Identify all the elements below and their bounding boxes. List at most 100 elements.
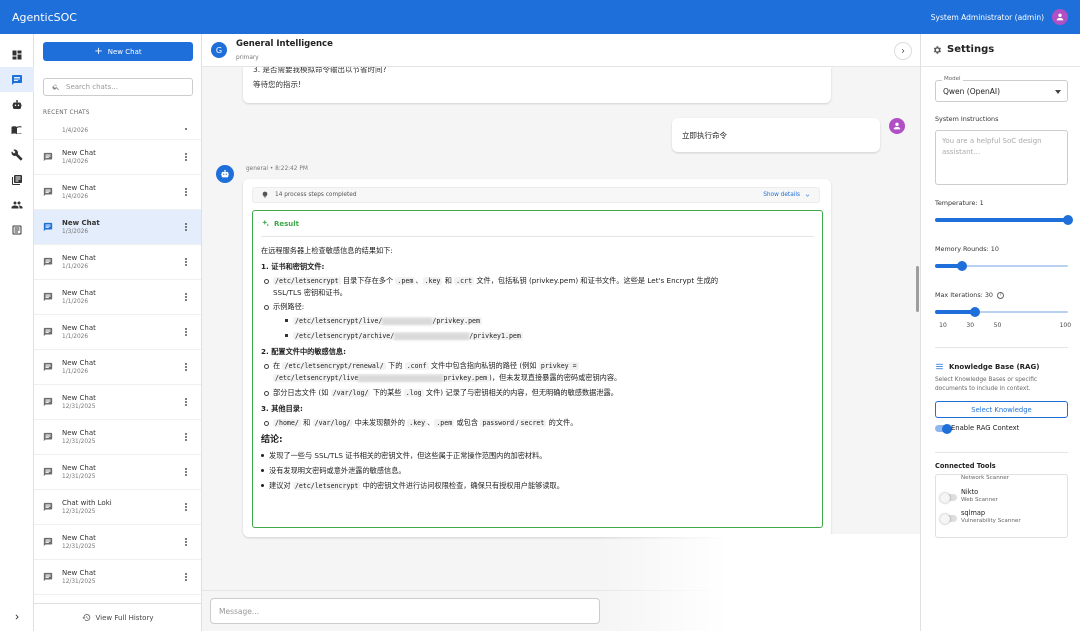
chat-date: 1/3/2026 [62,228,89,235]
expand-rail-icon[interactable] [0,609,34,625]
wrench-icon[interactable] [0,142,34,167]
max-iterations-slider[interactable] [935,307,1068,317]
view-history-button[interactable]: View Full History [34,603,201,631]
message-text: 3. 是否需要我模拟命令输出以节省时间? [253,67,387,74]
conclusion-item: 发现了一些与 SSL/TLS 证书相关的密钥文件，但这些属于正常操作范围内的加密… [261,450,813,461]
book-icon[interactable] [0,117,34,142]
scrollbar-thumb[interactable] [916,266,919,312]
chat-name: New Chat [62,393,96,402]
search-input[interactable]: Search chats... [43,78,193,96]
chat-icon [43,397,53,407]
chat-name: New Chat [62,253,96,262]
list-item[interactable]: New Chat 1/3/2026 [34,210,201,245]
list-item[interactable]: New Chat 12/31/2025 [34,420,201,455]
chat-title: General Intelligence [236,39,333,49]
connected-tools-list: Network Scanner Nikto Web Scanner sqlmap… [935,474,1068,538]
document-icon[interactable] [0,217,34,242]
result-intro: 在远程服务器上检查敏感信息的结果如下: [261,246,393,255]
list-item[interactable]: New Chat 1/1/2026 [34,315,201,350]
section-heading: 2. 配置文件中的敏感信息: [261,347,346,356]
knowledge-base-description: Select Knowledge Bases or specific docum… [935,377,1038,392]
slider-fill [935,310,975,314]
tool-toggle[interactable] [940,513,957,524]
chat-name: Chat with Loki [62,498,112,507]
tool-description: Web Scanner [961,497,998,503]
slider-thumb[interactable] [969,307,980,317]
user-name: System Administrator (admin) [930,12,1044,22]
new-chat-button[interactable]: + New Chat [43,42,193,61]
more-icon[interactable] [181,466,191,478]
user-avatar-icon[interactable] [1052,9,1068,25]
more-icon[interactable] [181,501,191,513]
more-icon[interactable] [181,396,191,408]
path-item: /etc/letsencrypt/archive//privkey1.pem [261,330,813,342]
bullet-item: 部分日志文件 (如 /var/log/ 下的某些 .log 文件) 记录了与密钥… [261,387,813,399]
more-icon[interactable] [181,361,191,373]
list-item[interactable]: New Chat 1/4/2026 [34,140,201,175]
slider-thumb[interactable] [1063,215,1073,225]
more-icon[interactable] [181,221,191,233]
redacted-text [394,332,470,340]
model-label: Model [942,76,963,82]
connected-tools-title: Connected Tools [935,462,996,470]
lightbulb-icon [262,191,268,198]
dashboard-icon[interactable] [0,42,34,67]
list-item[interactable]: New Chat 1/1/2026 [34,280,201,315]
list-item[interactable]: 1/4/2026 [34,122,201,140]
message-meta: general • 8:22:42 PM [246,166,308,172]
chevron-right-icon[interactable] [894,42,912,60]
list-item[interactable]: New Chat 12/31/2025 [34,385,201,420]
chevron-down-icon [805,194,810,197]
users-icon[interactable] [0,192,34,217]
list-item[interactable]: New Chat 1/1/2026 [34,350,201,385]
list-item[interactable]: Chat with Loki 12/31/2025 [34,490,201,525]
rag-toggle[interactable] [935,423,952,434]
knowledge-base-header: Knowledge Base (RAG) [935,362,1039,371]
process-steps-bar[interactable]: 14 process steps completed Show details [252,187,820,203]
list-item[interactable]: New Chat 12/31/2025 [34,525,201,560]
show-details-button[interactable]: Show details [763,192,811,199]
library-icon[interactable] [0,167,34,192]
agent-avatar: G [211,42,227,58]
redacted-text [358,374,444,382]
chat-name: New Chat [62,288,96,297]
robot-icon[interactable] [0,92,34,117]
more-icon[interactable] [181,431,191,443]
list-item[interactable]: New Chat 1/4/2026 [34,175,201,210]
more-icon[interactable] [181,536,191,548]
more-icon[interactable] [181,127,191,131]
chat-date: 1/1/2026 [62,333,89,340]
tool-description: Network Scanner [961,475,1010,481]
tick-label: 30 [966,322,975,329]
list-item[interactable]: New Chat 1/1/2026 [34,245,201,280]
chat-list-panel: + New Chat Search chats... RECENT CHATS … [34,34,202,631]
memory-rounds-slider[interactable] [935,261,1068,271]
system-instructions-label: System Instructions [935,115,999,123]
message-input[interactable]: Message... [210,598,600,624]
system-instructions-field[interactable]: You are a helpful SoC design assistant..… [935,130,1068,185]
more-icon[interactable] [181,326,191,338]
user-menu[interactable]: System Administrator (admin) [931,9,1068,25]
chat-date: 12/31/2025 [62,543,96,550]
result-title: Result [274,219,300,228]
list-item[interactable]: New Chat 12/31/2025 [34,560,201,595]
more-icon[interactable] [181,291,191,303]
more-icon[interactable] [181,186,191,198]
more-icon[interactable] [181,151,191,163]
bullet-item: 在 /etc/letsencrypt/renewal/ 下的 .conf 文件中… [261,360,813,384]
chat-name: New Chat [62,148,96,157]
slider-thumb[interactable] [956,261,967,271]
result-body: 在远程服务器上检查敏感信息的结果如下: 1. 证书和密钥文件: /etc/let… [261,245,813,496]
more-icon[interactable] [181,256,191,268]
temperature-slider[interactable] [935,215,1073,225]
help-icon[interactable]: ? [997,291,1004,299]
conclusion-item: 建议对 /etc/letsencrypt 中的密钥文件进行访问权限检查，确保只有… [261,480,813,492]
chat-nav-icon[interactable] [0,67,34,92]
chat-icon [43,292,53,302]
tool-item: Nikto Web Scanner [936,488,1066,508]
select-knowledge-button[interactable]: Select Knowledge [935,401,1068,418]
more-icon[interactable] [181,571,191,583]
tool-toggle[interactable] [940,492,957,503]
model-select[interactable]: Model Qwen (OpenAI) [935,76,1068,102]
list-item[interactable]: New Chat 12/31/2025 [34,455,201,490]
